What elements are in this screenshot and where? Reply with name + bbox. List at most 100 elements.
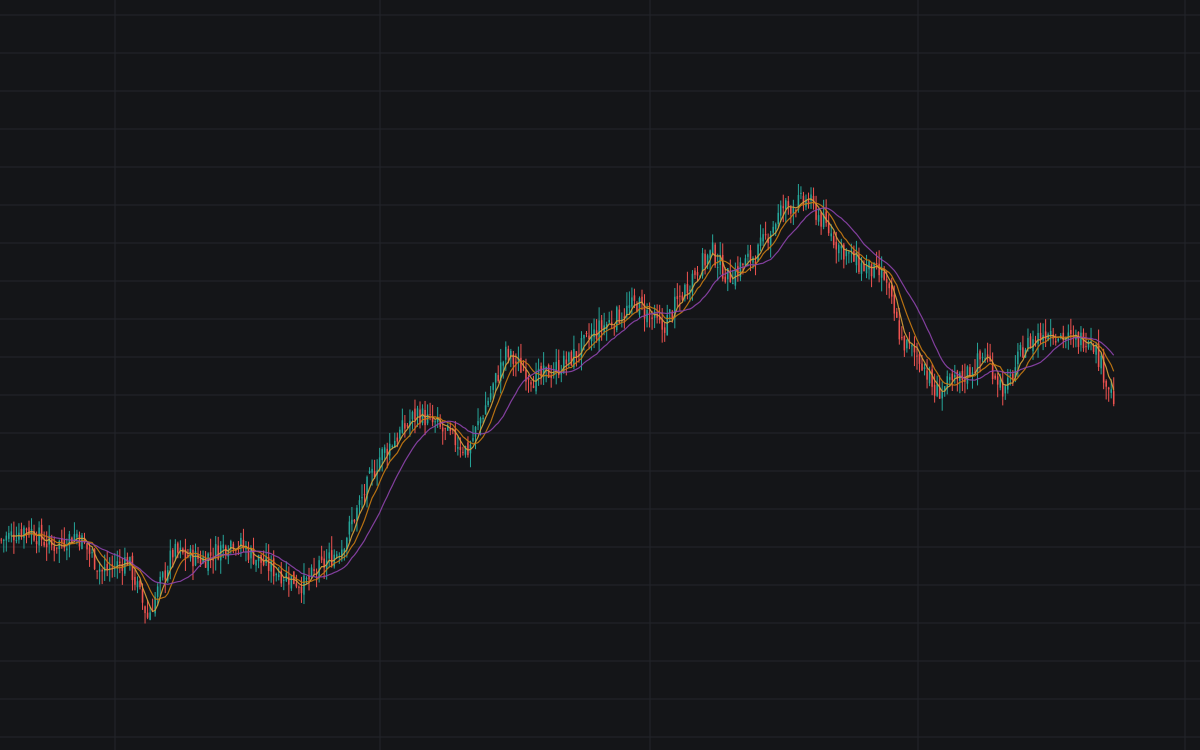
- candle-body: [522, 369, 525, 371]
- candle-body: [878, 263, 880, 276]
- candle-body: [98, 569, 101, 572]
- candle-body: [204, 557, 207, 568]
- candle-body: [492, 383, 494, 390]
- candle-body: [779, 205, 782, 216]
- candle-body: [873, 262, 875, 278]
- candle-body: [1034, 340, 1037, 342]
- candle-body: [156, 586, 159, 597]
- candle-body: [1054, 340, 1057, 343]
- candle-body: [1080, 332, 1082, 346]
- candle-body: [119, 561, 121, 563]
- candle-body: [762, 234, 764, 242]
- candle-body: [790, 207, 792, 214]
- candle-body: [981, 356, 984, 358]
- candle-body: [459, 446, 462, 450]
- candle-body: [290, 575, 293, 589]
- candle-body: [76, 533, 78, 538]
- candle-body: [399, 429, 401, 439]
- candle-body: [979, 351, 981, 360]
- candle-body: [444, 428, 447, 430]
- candle-body: [472, 438, 474, 441]
- candle-body: [787, 201, 790, 207]
- candle-body: [865, 265, 868, 274]
- candle-body: [353, 519, 356, 522]
- candle-body: [96, 570, 98, 572]
- candle-body: [777, 212, 780, 225]
- candle-body: [520, 357, 522, 373]
- candle-body: [295, 583, 298, 587]
- candle-body: [212, 559, 214, 561]
- candle-body: [966, 366, 969, 384]
- candle-body: [747, 253, 749, 257]
- candle-body: [484, 405, 487, 415]
- candle-body: [694, 270, 696, 275]
- candle-body: [199, 558, 202, 564]
- candle-body: [1077, 332, 1080, 347]
- candle-body: [918, 354, 921, 364]
- candle-body: [911, 345, 913, 347]
- candle-body: [948, 377, 951, 380]
- candle-body: [901, 337, 903, 339]
- candle-body: [996, 376, 999, 385]
- candle-body: [457, 447, 459, 449]
- candle-body: [479, 417, 482, 424]
- candle-body: [429, 414, 431, 416]
- candle-body: [663, 327, 666, 333]
- candle-body: [686, 284, 689, 294]
- candle-body: [91, 552, 93, 554]
- candle-body: [8, 532, 10, 539]
- candle-body: [88, 547, 91, 554]
- candle-body: [820, 212, 822, 227]
- candle-body: [10, 531, 13, 536]
- candle-body: [477, 421, 479, 426]
- candle-body: [1022, 347, 1024, 358]
- candle-body: [462, 451, 464, 453]
- candle-body: [840, 246, 843, 249]
- candle-body: [928, 371, 931, 384]
- candle-body: [1059, 335, 1062, 337]
- candle-body: [15, 540, 18, 542]
- candle-body: [1004, 386, 1007, 394]
- candle-body: [716, 266, 719, 268]
- candle-body: [832, 236, 835, 246]
- candle-body: [568, 352, 570, 362]
- candle-body: [921, 363, 923, 371]
- candle-body: [416, 408, 419, 417]
- candle-body: [35, 541, 38, 545]
- candle-body: [893, 294, 896, 314]
- candle-body: [1110, 389, 1112, 393]
- candle-body: [608, 320, 610, 323]
- candle-body: [888, 283, 891, 289]
- candle-body: [835, 241, 838, 250]
- candle-body: [146, 612, 149, 618]
- candle-body: [141, 589, 144, 603]
- candle-body: [1107, 387, 1110, 390]
- candle-body: [785, 200, 787, 210]
- candle-body: [951, 373, 954, 381]
- candle-body: [896, 311, 898, 318]
- candle-body: [1039, 332, 1042, 339]
- candle-body: [209, 552, 212, 556]
- candle-body: [1097, 343, 1100, 367]
- candle-body: [474, 426, 477, 437]
- candle-body: [330, 550, 333, 566]
- candle-body: [941, 391, 943, 399]
- candle-body: [335, 554, 338, 557]
- candle-body: [923, 367, 926, 370]
- candle-body: [853, 250, 855, 262]
- candle-body: [81, 535, 83, 550]
- candle-body: [845, 250, 848, 257]
- candle-body: [848, 252, 850, 254]
- candle-body: [252, 548, 255, 564]
- candle-body: [628, 305, 631, 308]
- candle-body: [482, 417, 484, 420]
- candle-body: [489, 393, 492, 400]
- candle-body: [774, 224, 777, 230]
- candle-body: [837, 244, 840, 254]
- candle-body: [532, 385, 535, 388]
- candlestick-chart: [0, 0, 1200, 750]
- candle-body: [404, 423, 406, 429]
- candle-body: [906, 339, 908, 349]
- candle-body: [505, 346, 507, 360]
- candle-body: [101, 570, 103, 572]
